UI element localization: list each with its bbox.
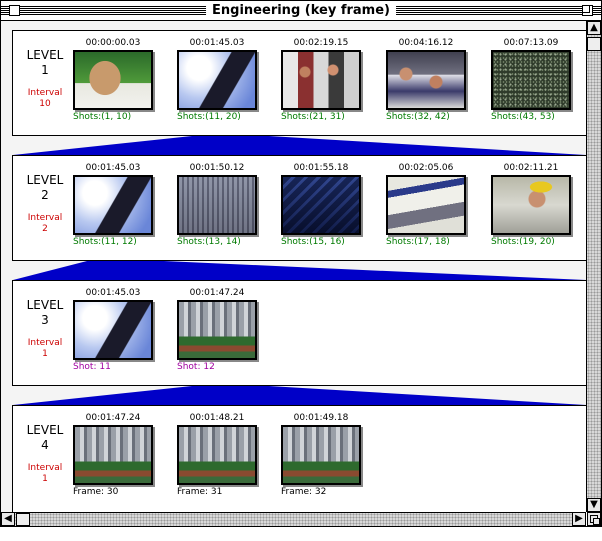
scroll-left-arrow-icon[interactable]: ◀ <box>1 512 15 526</box>
keyframe-thumbnail-building-sky[interactable] <box>177 50 257 110</box>
shot-range: Shots:(13, 14) <box>177 237 241 247</box>
keyframe-thumbnail-city-skyline[interactable] <box>177 425 257 485</box>
scroll-right-arrow-icon[interactable]: ▶ <box>572 512 586 526</box>
keyframe-thumbnail-tall-buildings[interactable] <box>177 175 257 235</box>
timestamp: 00:01:55.18 <box>293 163 349 173</box>
level-title: LEVEL 1 <box>17 48 73 78</box>
interval-value: 1 <box>42 474 48 484</box>
interval-info: Interval 10 <box>17 88 73 110</box>
keyframe-thumbnail-building-sky[interactable] <box>73 300 153 360</box>
frame-label: Frame: 32 <box>281 487 327 497</box>
keyframe-thumbnail-man-portrait[interactable] <box>73 50 153 110</box>
level-word: LEVEL <box>26 423 64 437</box>
shot-label: Shot: 12 <box>177 362 215 372</box>
level-title: LEVEL 3 <box>17 298 73 328</box>
level-number: 1 <box>41 63 49 77</box>
horizontal-scrollbar[interactable]: ◀ ▶ <box>1 512 586 526</box>
interval-value: 1 <box>42 349 48 359</box>
vertical-scrollbar[interactable]: ▲ ▼ <box>586 21 601 512</box>
timestamp: 00:04:16.12 <box>398 38 454 48</box>
shot-range: Shots:(43, 53) <box>491 112 555 122</box>
shot-range: Shots:(19, 20) <box>491 237 555 247</box>
interval-label: Interval <box>27 463 63 473</box>
keyframe-thumbnail-newspaper[interactable] <box>386 175 466 235</box>
level-word: LEVEL <box>26 298 64 312</box>
shot-range: Shots:(11, 20) <box>177 112 241 122</box>
keyframe-thumbnail-people-indoor[interactable] <box>281 50 361 110</box>
level-word: LEVEL <box>26 173 64 187</box>
interval-value: 2 <box>42 224 48 234</box>
shot-range: Shots:(15, 16) <box>281 237 345 247</box>
close-box[interactable] <box>9 5 20 16</box>
level-number: 2 <box>41 188 49 202</box>
keyframe-thumbnail-worker-helmet[interactable] <box>491 175 571 235</box>
interval-info: Interval 1 <box>17 338 73 360</box>
timestamp: 00:02:05.06 <box>398 163 454 173</box>
interval-label: Interval <box>27 88 63 98</box>
level-title: LEVEL 2 <box>17 173 73 203</box>
interval-label: Interval <box>27 338 63 348</box>
interval-value: 10 <box>39 99 51 109</box>
title-bar[interactable]: Engineering (key frame) <box>1 1 601 21</box>
level-panel-3: LEVEL 3 Interval 1 00:01:45.03 Shot: 11 … <box>12 280 586 386</box>
level-panel-2: LEVEL 2 Interval 2 00:01:45.03 Shots:(11… <box>12 155 586 261</box>
key-frame-content: LEVEL 1 Interval 10 00:00:00.03 Shots:(1… <box>1 21 586 512</box>
keyframe-thumbnail-city-skyline[interactable] <box>281 425 361 485</box>
keyframe-thumbnail-city-skyline[interactable] <box>73 425 153 485</box>
timestamp: 00:01:45.03 <box>85 163 141 173</box>
timestamp: 00:01:45.03 <box>189 38 245 48</box>
level-title: LEVEL 4 <box>17 423 73 453</box>
interval-info: Interval 1 <box>17 463 73 485</box>
vertical-scroll-thumb[interactable] <box>587 37 601 51</box>
shot-range: Shots:(21, 31) <box>281 112 345 122</box>
level-panel-1: LEVEL 1 Interval 10 00:00:00.03 Shots:(1… <box>12 30 586 136</box>
timestamp: 00:01:49.18 <box>293 413 349 423</box>
timestamp: 00:01:47.24 <box>85 413 141 423</box>
level-word: LEVEL <box>26 48 64 62</box>
shot-range: Shots:(11, 12) <box>73 237 137 247</box>
scroll-up-arrow-icon[interactable]: ▲ <box>587 21 601 35</box>
keyframe-thumbnail-city-skyline[interactable] <box>177 300 257 360</box>
keyframe-thumbnail-dark-texture[interactable] <box>491 50 571 110</box>
frame-label: Frame: 30 <box>73 487 119 497</box>
shot-range: Shots:(1, 10) <box>73 112 132 122</box>
interval-label: Interval <box>27 213 63 223</box>
keyframe-thumbnail-glass-building[interactable] <box>281 175 361 235</box>
zoom-box[interactable] <box>582 5 593 16</box>
shot-label: Shot: 11 <box>73 362 111 372</box>
key-frame-window: Engineering (key frame) LEVEL 1 Interval… <box>0 0 602 527</box>
frame-label: Frame: 31 <box>177 487 223 497</box>
scroll-down-arrow-icon[interactable]: ▼ <box>587 498 601 512</box>
shot-range: Shots:(17, 18) <box>386 237 450 247</box>
timestamp: 00:01:50.12 <box>189 163 245 173</box>
horizontal-scroll-thumb[interactable] <box>16 513 30 526</box>
shot-range: Shots:(32, 42) <box>386 112 450 122</box>
timestamp: 00:07:13.09 <box>503 38 559 48</box>
level-number: 3 <box>41 313 49 327</box>
level-number: 4 <box>41 438 49 452</box>
timestamp: 00:01:47.24 <box>189 288 245 298</box>
timestamp: 00:02:11.21 <box>503 163 559 173</box>
timestamp: 00:01:48.21 <box>189 413 245 423</box>
keyframe-thumbnail-people-group[interactable] <box>386 50 466 110</box>
timestamp: 00:01:45.03 <box>85 288 141 298</box>
interval-info: Interval 2 <box>17 213 73 235</box>
timestamp: 00:00:00.03 <box>85 38 141 48</box>
level-panel-4: LEVEL 4 Interval 1 00:01:47.24 Frame: 30… <box>12 405 586 512</box>
grow-box[interactable] <box>587 512 601 526</box>
window-title: Engineering (key frame) <box>206 3 396 19</box>
timestamp: 00:02:19.15 <box>293 38 349 48</box>
keyframe-thumbnail-building-sky[interactable] <box>73 175 153 235</box>
